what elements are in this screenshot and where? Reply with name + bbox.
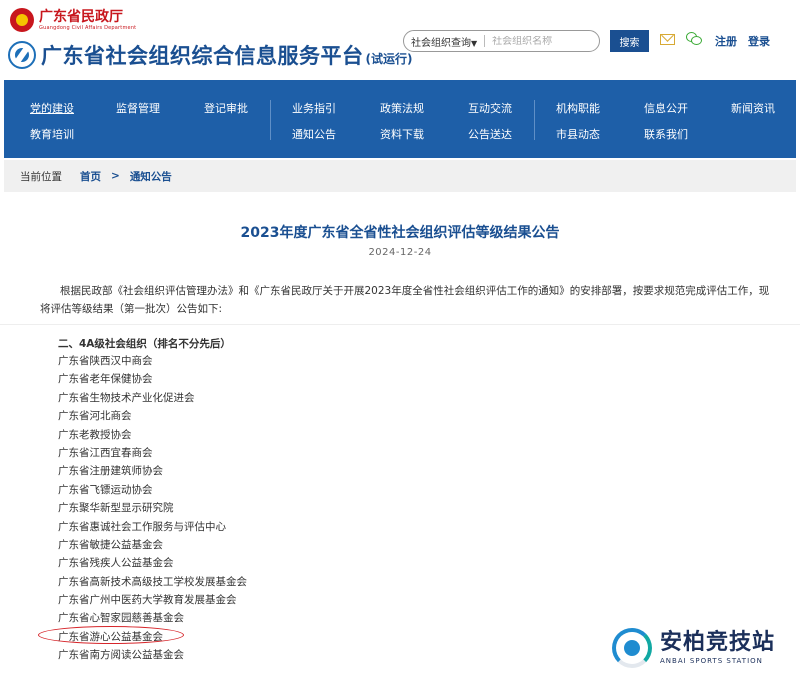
article-title: 2023年度广东省全省性社会组织评估等级结果公告 <box>240 225 560 241</box>
nav-supervision[interactable]: 监督管理 <box>116 100 160 116</box>
nav-downloads[interactable]: 资料下载 <box>380 126 424 142</box>
nav-functions[interactable]: 机构职能 <box>556 100 600 116</box>
nav-policies[interactable]: 政策法规 <box>380 100 424 116</box>
nav-business-guide[interactable]: 业务指引 <box>292 100 336 116</box>
nav-divider <box>534 100 535 140</box>
list-item: 广东省飞镖运动协会 <box>58 483 153 496</box>
nav-contact[interactable]: 联系我们 <box>644 126 688 142</box>
list-item: 广东省残疾人公益基金会 <box>58 557 174 570</box>
nav-divider <box>270 100 271 140</box>
watermark-subtitle: ANBAI SPORTS STATION <box>660 657 763 665</box>
nav-announcement-delivery[interactable]: 公告送达 <box>468 126 512 142</box>
list-item: 广东省生物技术产业化促进会 <box>58 391 195 404</box>
mail-icon[interactable] <box>660 34 675 45</box>
register-link[interactable]: 注册 <box>715 33 737 49</box>
emblem-icon <box>10 8 34 32</box>
nav-interaction[interactable]: 互动交流 <box>468 100 512 116</box>
search-button[interactable]: 搜索 <box>610 30 649 52</box>
list-item: 广东聚华新型显示研究院 <box>58 502 174 515</box>
list-item: 广东省陕西汉中商会 <box>58 355 153 367</box>
nav-party-building[interactable]: 党的建设 <box>30 100 74 116</box>
platform-suffix: (试运行) <box>365 51 413 66</box>
watermark-logo: 安柏竞技站 ANBAI SPORTS STATION <box>612 624 790 672</box>
list-item: 广东省心智家园慈善基金会 <box>58 612 184 625</box>
list-item: 广东省河北商会 <box>58 410 132 423</box>
list-item: 广东省南方阅读公益基金会 <box>58 649 184 662</box>
dept-name: 广东省民政厅 <box>39 8 123 25</box>
search-separator <box>484 35 486 47</box>
content-divider <box>0 324 800 325</box>
main-nav: 党的建设 监督管理 登记审批 业务指引 政策法规 互动交流 机构职能 信息公开 … <box>4 80 796 158</box>
organization-list: 广东省陕西汉中商会 广东省老年保健协会 广东省生物技术产业化促进会 广东省河北商… <box>58 352 247 665</box>
watermark-emblem-icon <box>612 628 652 668</box>
dept-logo-link[interactable]: 广东省民政厅 Guangdong Civil Affairs Departmen… <box>10 8 136 32</box>
dept-subtitle: Guangdong Civil Affairs Department <box>39 24 137 31</box>
nav-notices[interactable]: 通知公告 <box>292 126 336 142</box>
list-item: 广东省注册建筑师协会 <box>58 465 163 478</box>
nav-info-disclosure[interactable]: 信息公开 <box>644 100 688 116</box>
nav-education[interactable]: 教育培训 <box>30 126 74 142</box>
breadcrumb-home[interactable]: 首页 <box>80 169 101 184</box>
search-input[interactable] <box>492 35 593 47</box>
breadcrumb-current[interactable]: 通知公告 <box>130 169 172 184</box>
search-box: 社会组织查询▼ <box>403 30 600 52</box>
list-item: 广东省广州中医药大学教育发展基金会 <box>58 594 237 607</box>
nav-registration[interactable]: 登记审批 <box>204 100 248 116</box>
list-item: 广东省老年保健协会 <box>58 373 153 386</box>
nav-local-news[interactable]: 市县动态 <box>556 126 600 142</box>
platform-title: 广东省社会组织综合信息服务平台 <box>41 44 364 68</box>
list-item: 广东老教授协会 <box>58 428 132 441</box>
highlight-circle <box>38 626 184 644</box>
search-type-select[interactable]: 社会组织查询▼ <box>404 34 477 49</box>
list-item: 广东省惠诚社会工作服务与评估中心 <box>58 520 226 533</box>
breadcrumb: 当前位置 首页 > 通知公告 <box>4 160 796 192</box>
watermark-name: 安柏竞技站 <box>660 630 776 655</box>
site-header: 广东省民政厅 Guangdong Civil Affairs Departmen… <box>0 0 800 80</box>
section-heading: 二、4A级社会组织（排名不分先后） <box>58 338 231 350</box>
wechat-icon[interactable] <box>686 32 702 46</box>
list-item: 广东省江西宜春商会 <box>58 446 153 459</box>
list-item: 广东省敏捷公益基金会 <box>58 538 163 551</box>
article-intro: 根据民政部《社会组织评估管理办法》和《广东省民政厅关于开展2023年度全省性社会… <box>40 285 770 315</box>
article-date: 2024-12-24 <box>368 247 432 258</box>
platform-logo-icon <box>8 41 36 69</box>
platform-logo-link[interactable]: 广东省社会组织综合信息服务平台 (试运行) <box>8 40 412 70</box>
login-link[interactable]: 登录 <box>748 33 770 49</box>
search-type-label: 社会组织查询 <box>411 37 471 49</box>
breadcrumb-label: 当前位置 <box>20 170 62 183</box>
list-item: 广东省高新技术高级技工学校发展基金会 <box>58 575 247 588</box>
caret-down-icon: ▼ <box>471 38 478 48</box>
nav-news[interactable]: 新闻资讯 <box>731 100 775 116</box>
breadcrumb-separator: > <box>111 170 120 182</box>
